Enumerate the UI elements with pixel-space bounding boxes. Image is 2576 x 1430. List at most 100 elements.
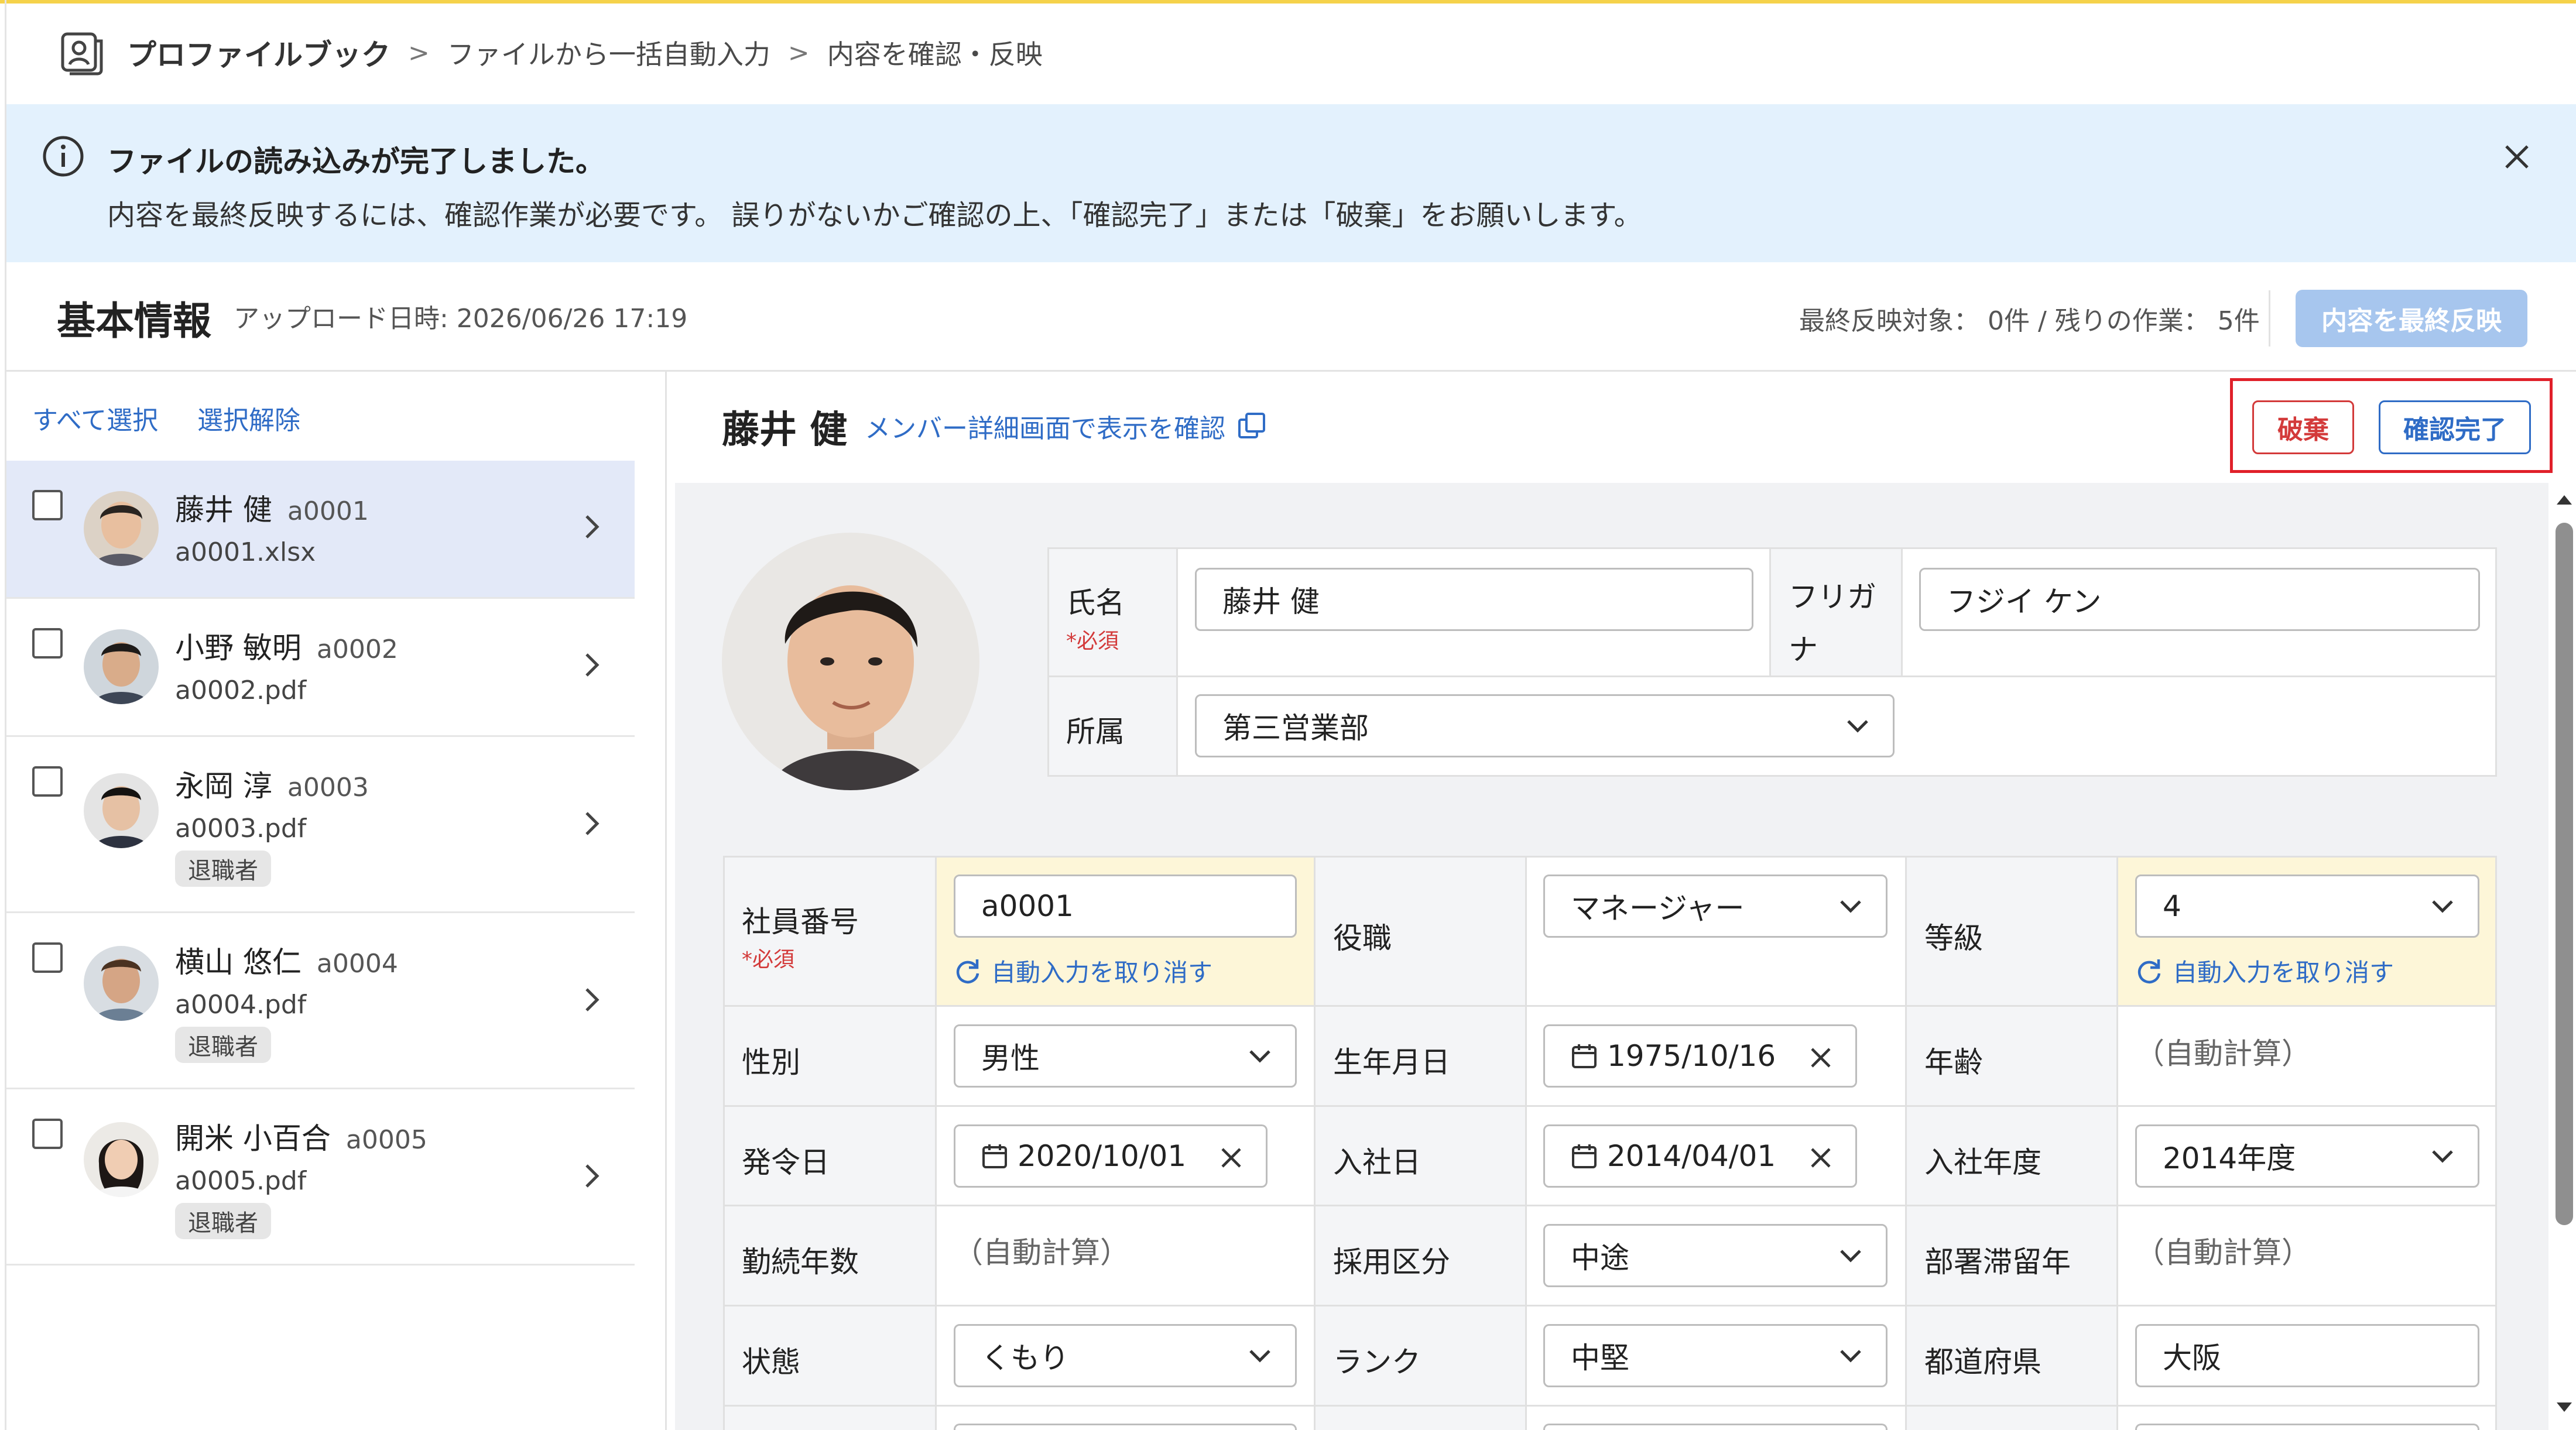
info-icon xyxy=(42,135,85,178)
birth-date-value: 1975/10/16 xyxy=(1607,1039,1776,1073)
list-item[interactable]: 横山 悠仁 a0004 a0004.pdf 退職者 xyxy=(6,913,635,1089)
chevron-down-icon xyxy=(1248,1048,1272,1064)
list-item[interactable]: 開米 小百合 a0005 a0005.pdf 退職者 xyxy=(6,1089,635,1266)
clear-icon[interactable] xyxy=(1810,1047,1832,1069)
age-label: 年齢 xyxy=(1924,1045,1983,1079)
chevron-down-icon xyxy=(1846,718,1869,733)
file-name: a0002.pdf xyxy=(175,675,307,705)
member-name: 横山 悠仁 xyxy=(175,945,302,979)
banner-message: 内容を最終反映するには、確認作業が必要です。 誤りがないかご確認の上、「確認完了… xyxy=(107,199,1642,232)
member-code: a0002 xyxy=(316,635,398,664)
info-banner: ファイルの読み込みが完了しました。 内容を最終反映するには、確認作業が必要です。… xyxy=(6,104,2576,262)
list-item[interactable]: 藤井 健 a0001 a0001.xlsx xyxy=(6,461,635,599)
avatar xyxy=(84,1122,159,1197)
next-row-input[interactable] xyxy=(1543,1424,1888,1430)
status-select-value: くもり xyxy=(981,1341,1069,1375)
checkbox[interactable] xyxy=(32,628,63,659)
position-label: 役職 xyxy=(1333,921,1392,955)
join-date-input[interactable]: 2014/04/01 xyxy=(1543,1124,1857,1188)
chevron-down-icon xyxy=(1839,1248,1862,1263)
list-item[interactable]: 永岡 淳 a0003 a0003.pdf 退職者 xyxy=(6,737,635,913)
status-select[interactable]: くもり xyxy=(954,1324,1297,1387)
breadcrumb-separator-icon: > xyxy=(787,37,810,68)
next-row-input[interactable] xyxy=(2135,1424,2479,1430)
gender-select[interactable]: 男性 xyxy=(954,1024,1297,1088)
breadcrumb: プロファイルブック > ファイルから一括自動入力 > 内容を確認・反映 xyxy=(59,29,1043,76)
issue-date-label: 発令日 xyxy=(742,1146,830,1179)
breadcrumb-step-import[interactable]: ファイルから一括自動入力 xyxy=(447,33,770,72)
section-title: 基本情報 xyxy=(57,299,211,344)
checkbox[interactable] xyxy=(32,766,63,797)
member-name: 小野 敏明 xyxy=(175,631,302,665)
revert-label: 自動入力を取り消す xyxy=(991,958,1213,987)
position-select-value: マネージャー xyxy=(1571,891,1745,925)
rank-select-value: 中堅 xyxy=(1571,1341,1629,1375)
issue-date-input[interactable]: 2020/10/01 xyxy=(954,1124,1268,1188)
prefecture-input[interactable]: 大阪 xyxy=(2135,1324,2479,1387)
prefecture-label: 都道府県 xyxy=(1924,1345,2041,1379)
list-item[interactable]: 小野 敏明 a0002 a0002.pdf xyxy=(6,599,635,737)
position-select[interactable]: マネージャー xyxy=(1543,875,1888,938)
breadcrumb-current: 内容を確認・反映 xyxy=(827,39,1043,70)
close-icon[interactable] xyxy=(2503,143,2531,171)
select-all-link[interactable]: すべて選択 xyxy=(32,399,158,437)
breadcrumb-separator-icon: > xyxy=(408,37,430,68)
confirm-button[interactable]: 確認完了 xyxy=(2379,400,2531,454)
member-code: a0004 xyxy=(316,949,398,979)
chevron-down-icon xyxy=(2431,899,2454,914)
file-name: a0003.pdf xyxy=(175,814,307,843)
divider xyxy=(665,370,667,1430)
employee-no-input[interactable]: a0001 xyxy=(954,875,1297,938)
next-row-input[interactable] xyxy=(954,1424,1297,1430)
rank-select[interactable]: 中堅 xyxy=(1543,1324,1888,1387)
join-date-value: 2014/04/01 xyxy=(1607,1139,1776,1173)
breadcrumb-root[interactable]: プロファイルブック xyxy=(127,32,390,74)
avatar xyxy=(84,629,159,704)
calendar-icon xyxy=(1571,1143,1598,1170)
checkbox[interactable] xyxy=(32,1119,63,1149)
file-name: a0005.pdf xyxy=(175,1166,307,1196)
final-apply-button[interactable]: 内容を最終反映 xyxy=(2296,290,2527,347)
dept-select[interactable]: 第三営業部 xyxy=(1195,694,1895,757)
discard-button[interactable]: 破棄 xyxy=(2252,400,2354,454)
required-mark: *必須 xyxy=(1066,629,1119,653)
kana-input[interactable]: フジイ ケン xyxy=(1919,568,2480,631)
checkbox[interactable] xyxy=(32,942,63,973)
scrollbar-thumb[interactable] xyxy=(2556,523,2573,1225)
scroll-down-arrow-icon[interactable] xyxy=(2554,1400,2574,1415)
calendar-icon xyxy=(1571,1043,1598,1069)
join-year-select[interactable]: 2014年度 xyxy=(2135,1124,2479,1188)
gender-select-value: 男性 xyxy=(981,1041,1040,1075)
issue-date-value: 2020/10/01 xyxy=(1018,1139,1187,1173)
hire-type-select-value: 中途 xyxy=(1571,1241,1629,1275)
member-name: 永岡 淳 xyxy=(175,769,272,803)
status-badge: 退職者 xyxy=(175,1203,271,1239)
scroll-up-arrow-icon[interactable] xyxy=(2554,492,2574,507)
name-input[interactable]: 藤井 健 xyxy=(1195,568,1753,631)
revert-label: 自動入力を取り消す xyxy=(2173,958,2395,987)
name-label: 氏名 xyxy=(1066,586,1125,620)
hire-type-select[interactable]: 中途 xyxy=(1543,1224,1888,1287)
hire-type-label: 採用区分 xyxy=(1333,1245,1450,1279)
grade-select[interactable]: 4 xyxy=(2135,875,2479,938)
clear-icon[interactable] xyxy=(1220,1147,1242,1169)
member-code: a0001 xyxy=(287,496,369,526)
tenure-value: （自動計算） xyxy=(954,1236,1129,1270)
chevron-down-icon xyxy=(1839,1348,1862,1363)
tenure-label: 勤続年数 xyxy=(742,1245,859,1279)
chevron-right-icon xyxy=(583,1162,601,1189)
deselect-link[interactable]: 選択解除 xyxy=(197,399,300,437)
revert-autofill-link[interactable]: 自動入力を取り消す xyxy=(954,953,1212,989)
member-detail-link[interactable]: メンバー詳細画面で表示を確認 xyxy=(865,407,1266,445)
birth-date-label: 生年月日 xyxy=(1333,1045,1450,1079)
join-year-select-value: 2014年度 xyxy=(2163,1141,2296,1175)
clear-icon[interactable] xyxy=(1810,1147,1832,1169)
kana-label: フリガナ xyxy=(1789,571,1876,676)
status-badge: 退職者 xyxy=(175,1027,271,1063)
revert-autofill-link[interactable]: 自動入力を取り消す xyxy=(2135,953,2394,989)
grade-select-value: 4 xyxy=(2163,889,2181,923)
birth-date-input[interactable]: 1975/10/16 xyxy=(1543,1024,1857,1088)
chevron-down-icon xyxy=(2431,1148,2454,1164)
checkbox[interactable] xyxy=(32,490,63,520)
required-mark: *必須 xyxy=(742,948,795,972)
